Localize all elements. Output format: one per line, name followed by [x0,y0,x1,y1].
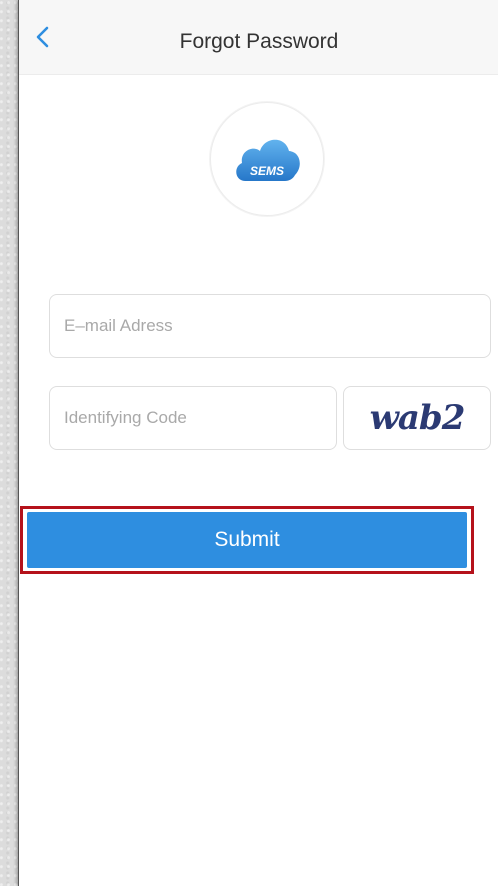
code-input[interactable] [50,387,336,449]
email-field[interactable] [49,294,491,358]
submit-button[interactable]: Submit [27,512,467,568]
nav-bar: Forgot Password [19,0,498,75]
page-title: Forgot Password [179,30,339,53]
code-field[interactable] [49,386,337,450]
captcha-image[interactable]: wab2 [343,386,491,450]
cloud-logo-icon: SEMS [236,139,300,181]
logo-text: SEMS [250,164,284,178]
captcha-text: wab2 [369,398,466,438]
email-input[interactable] [50,295,490,357]
app-logo: SEMS [210,102,324,216]
phone-screen: Forgot Password SEMS wab2 [18,0,498,886]
